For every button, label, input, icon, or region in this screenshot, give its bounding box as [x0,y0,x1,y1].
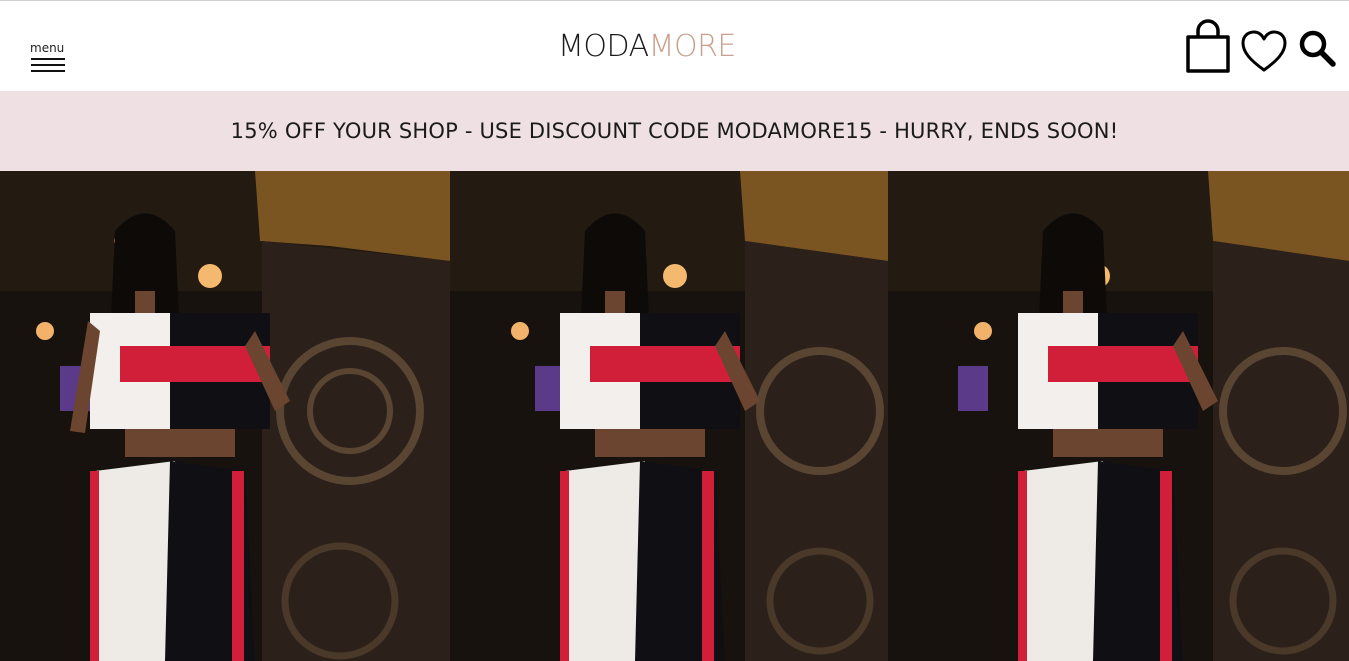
hero-gallery [0,171,1349,661]
hero-image[interactable] [450,171,888,661]
hero-image[interactable] [0,171,450,661]
model-photo [888,171,1349,661]
site-logo[interactable]: MODAMORE [558,29,736,65]
promo-text: 15% OFF YOUR SHOP - USE DISCOUNT CODE MO… [230,119,1119,143]
promo-banner[interactable]: 15% OFF YOUR SHOP - USE DISCOUNT CODE MO… [0,91,1349,171]
model-photo [450,171,888,661]
search-button[interactable] [1298,29,1336,67]
model-photo [0,171,450,661]
logo-text-accent: MORE [648,29,737,64]
site-header: menu MODAMORE [0,1,1349,91]
menu-label: menu [30,41,65,55]
shopping-bag-icon [1186,19,1230,73]
search-icon [1299,30,1336,67]
hero-image[interactable] [888,171,1349,661]
logo-text-primary: MODA [558,29,649,64]
shopping-bag-button[interactable] [1184,19,1232,73]
menu-button[interactable]: menu [30,41,68,77]
wishlist-button[interactable] [1240,29,1288,73]
heart-icon [1241,30,1287,72]
hamburger-icon [31,58,65,74]
